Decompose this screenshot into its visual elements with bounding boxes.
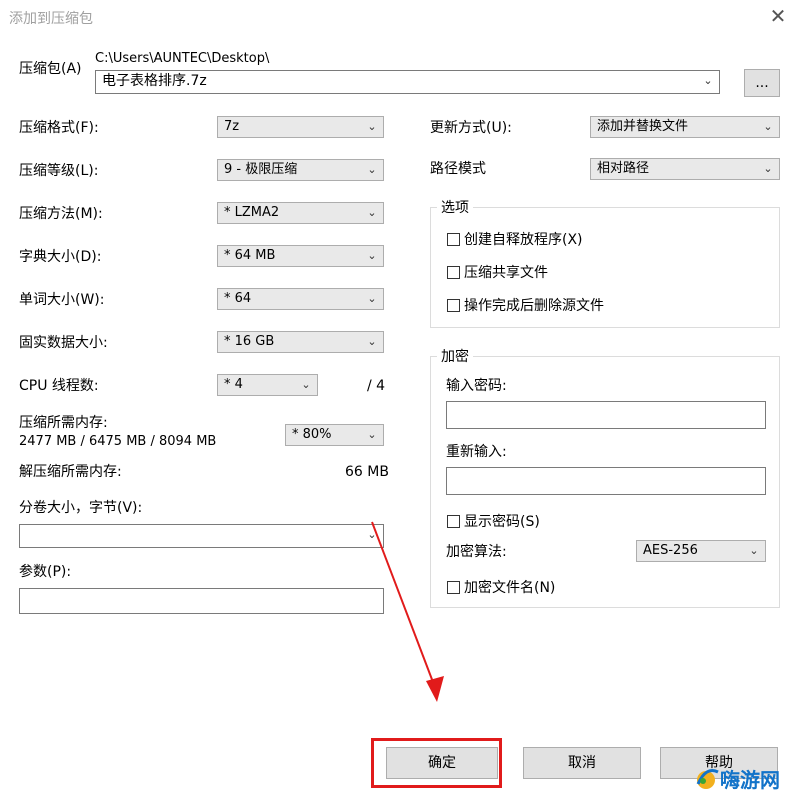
watermark-text: 嗨游网	[720, 768, 780, 792]
add-to-archive-dialog: 添加到压缩包 ✕ 压缩包(A) C:\Users\AUNTEC\Desktop\…	[0, 0, 800, 800]
watermark-logo-icon	[696, 769, 719, 789]
watermark: 嗨游网	[692, 760, 800, 796]
annotation-highlight	[371, 738, 502, 788]
annotation-arrow	[371, 521, 444, 702]
